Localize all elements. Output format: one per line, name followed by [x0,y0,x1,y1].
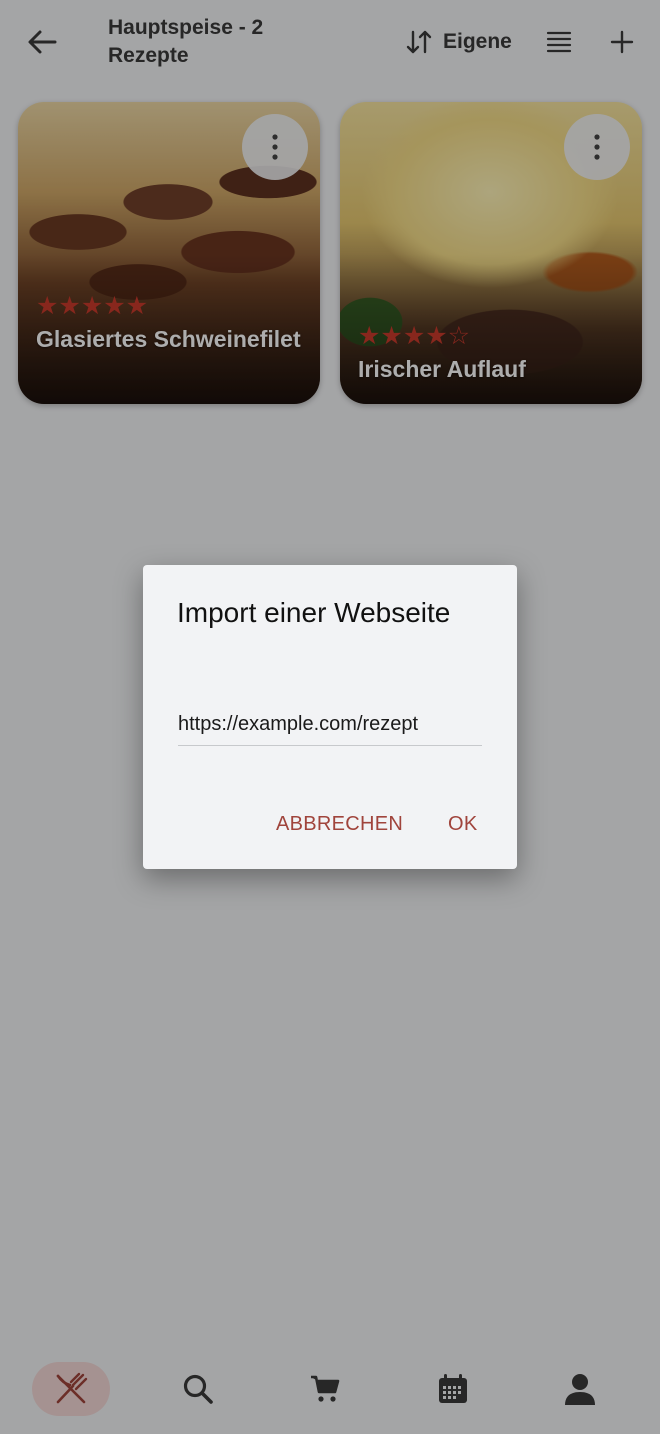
import-dialog: Import einer Webseite ABBRECHEN OK [143,565,517,869]
ok-button[interactable]: OK [448,813,478,836]
url-input[interactable] [178,703,482,746]
dialog-title: Import einer Webseite [177,597,451,628]
cancel-button[interactable]: ABBRECHEN [276,813,403,836]
